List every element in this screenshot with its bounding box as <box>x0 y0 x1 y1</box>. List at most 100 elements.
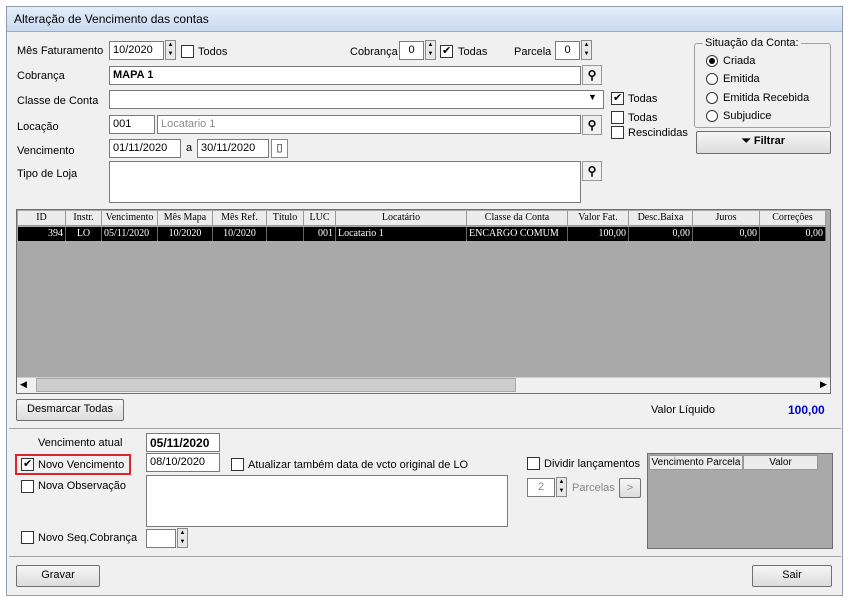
grid-cell[interactable]: 05/11/2020 <box>102 227 158 241</box>
atualizar-checkbox[interactable] <box>231 458 244 471</box>
scroll-left-icon[interactable]: ◀ <box>20 379 27 390</box>
rescindidas-label: Rescindidas <box>628 127 688 139</box>
cobranca-todas-checkbox[interactable] <box>440 44 453 58</box>
grid-col-header[interactable]: Vencimento <box>102 211 158 226</box>
filtrar-button[interactable]: ⏷ Filtrar <box>696 131 831 154</box>
nova-observacao-checkbox[interactable] <box>21 480 34 493</box>
vencimento-atual-value: 05/11/2020 <box>146 433 220 452</box>
grid-cell[interactable]: 0,00 <box>760 227 826 241</box>
parcelas-next-button[interactable]: > <box>619 478 641 498</box>
locacao-name-input[interactable]: Locatario 1 <box>157 115 581 134</box>
mes-faturamento-label: Mês Faturamento <box>17 45 104 57</box>
grid-col-header[interactable]: Juros <box>693 211 760 226</box>
grid-cell[interactable] <box>267 227 304 241</box>
grid-cell[interactable]: 001 <box>304 227 336 241</box>
todos-label: Todos <box>198 46 228 58</box>
situacao-emitida-recebida-radio[interactable] <box>706 92 718 104</box>
nova-observacao-label: Nova Observação <box>38 480 127 492</box>
bottom-divider <box>9 556 841 557</box>
grid-col-header[interactable]: LUC <box>304 211 336 226</box>
grid-col-header[interactable]: Valor Fat. <box>568 211 629 226</box>
grid-cell[interactable]: 394 <box>18 227 66 241</box>
grid-col-header[interactable]: Título <box>267 211 304 226</box>
scrollbar-thumb[interactable] <box>36 378 516 392</box>
cobranca-num-spinner[interactable]: ▲ ▼ <box>425 40 436 60</box>
filter-icon: ⏷ <box>741 135 751 147</box>
window-title: Alteração de Vencimento das contas <box>14 12 209 26</box>
situacao-criada-radio[interactable] <box>706 55 718 67</box>
atualizar-label: Atualizar também data de vcto original d… <box>248 459 469 471</box>
vencimento-label: Vencimento <box>17 145 75 157</box>
locacao-search-icon[interactable]: ⚲ <box>582 115 602 135</box>
novo-vencimento-input[interactable]: 08/10/2020 <box>146 453 220 472</box>
dividir-label: Dividir lançamentos <box>544 458 640 470</box>
classe-select[interactable] <box>109 90 604 109</box>
filtrar-label: Filtrar <box>753 135 786 147</box>
grid-col-header[interactable]: Instr. <box>66 211 102 226</box>
parcel-col-valor: Valor <box>743 455 818 470</box>
grid-cell[interactable]: 100,00 <box>568 227 629 241</box>
situacao-option-label: Emitida <box>723 73 760 85</box>
grid-cell[interactable]: LO <box>66 227 102 241</box>
parcela-spinner[interactable]: ▲ ▼ <box>581 40 592 60</box>
parcela-input[interactable]: 0 <box>555 41 580 60</box>
novo-seq-spinner[interactable]: ▲ ▼ <box>177 528 188 548</box>
classe-todas-checkbox[interactable] <box>611 91 624 105</box>
grid-col-header[interactable]: Mês Ref. <box>213 211 267 226</box>
gravar-button[interactable]: Gravar <box>16 565 100 587</box>
situacao-option-label: Criada <box>723 55 756 67</box>
sair-button[interactable]: Sair <box>752 565 832 587</box>
situacao-emitida-radio[interactable] <box>706 73 718 85</box>
venc-from-input[interactable]: 01/11/2020 <box>109 139 181 158</box>
classe-todas-label: Todas <box>628 93 658 105</box>
novo-vencimento-label: Novo Vencimento <box>38 459 125 471</box>
todos-checkbox[interactable] <box>181 45 194 58</box>
rescindidas-checkbox[interactable] <box>611 126 624 139</box>
grid-cell[interactable]: 10/2020 <box>213 227 267 241</box>
grid-col-header[interactable]: ID <box>18 211 66 226</box>
grid-cell[interactable]: Locatario 1 <box>336 227 467 241</box>
valor-liquido-label: Valor Líquido <box>651 404 716 416</box>
grid-col-header[interactable]: Mês Mapa <box>158 211 213 226</box>
divider <box>9 428 841 429</box>
grid-col-header[interactable]: Correções <box>760 211 826 226</box>
locacao-code-input[interactable]: 001 <box>109 115 155 134</box>
cobranca-label: Cobrança <box>17 70 65 82</box>
mes-faturamento-spinner[interactable]: ▲ ▼ <box>165 40 176 60</box>
venc-to-input[interactable]: 30/11/2020 <box>197 139 269 158</box>
grid-col-header[interactable]: Desc.Baixa <box>629 211 693 226</box>
tipo-loja-input[interactable] <box>109 161 581 203</box>
scroll-right-icon[interactable]: ▶ <box>820 379 827 390</box>
novo-seq-checkbox[interactable] <box>21 531 34 544</box>
classe-label: Classe de Conta <box>17 95 99 107</box>
cobranca-num-input[interactable]: 0 <box>399 41 424 60</box>
document-icon[interactable]: ▯ <box>271 139 288 158</box>
situacao-option-label: Subjudice <box>723 110 772 122</box>
cobranca-search-icon[interactable]: ⚲ <box>582 65 602 85</box>
chevron-down-icon[interactable]: ▼ <box>588 92 597 102</box>
tipo-loja-search-icon[interactable]: ⚲ <box>582 161 602 181</box>
parcelas-spinner[interactable]: ▲ ▼ <box>556 477 567 497</box>
grid-cell[interactable]: 0,00 <box>629 227 693 241</box>
cobranca-input[interactable]: MAPA 1 <box>109 66 581 85</box>
grid-col-header[interactable]: Classe da Conta <box>467 211 568 226</box>
locacao-label: Locação <box>17 121 59 133</box>
parcelas-label: Parcelas <box>572 482 615 494</box>
novo-seq-label: Novo Seq.Cobrança <box>38 532 138 544</box>
dividir-checkbox[interactable] <box>527 457 540 470</box>
desmarcar-todas-button[interactable]: Desmarcar Todas <box>16 399 124 421</box>
grid-cell[interactable]: 0,00 <box>693 227 760 241</box>
mes-faturamento-input[interactable]: 10/2020 <box>109 41 164 60</box>
novo-vencimento-checkbox[interactable] <box>21 457 34 471</box>
locacao-todas-checkbox[interactable] <box>611 111 624 124</box>
parcel-col-vencimento: Vencimento Parcela <box>649 455 743 470</box>
situacao-subjudice-radio[interactable] <box>706 110 718 122</box>
grid-cell[interactable]: 10/2020 <box>158 227 213 241</box>
grid-col-header[interactable]: Locatário <box>336 211 467 226</box>
parcelas-input[interactable]: 2 <box>527 478 555 497</box>
cobranca-num-label: Cobrança <box>350 46 398 58</box>
locacao-todas-label: Todas <box>628 112 658 124</box>
novo-seq-input[interactable] <box>146 529 176 548</box>
nova-observacao-input[interactable] <box>146 475 508 527</box>
grid-cell[interactable]: ENCARGO COMUM <box>467 227 568 241</box>
